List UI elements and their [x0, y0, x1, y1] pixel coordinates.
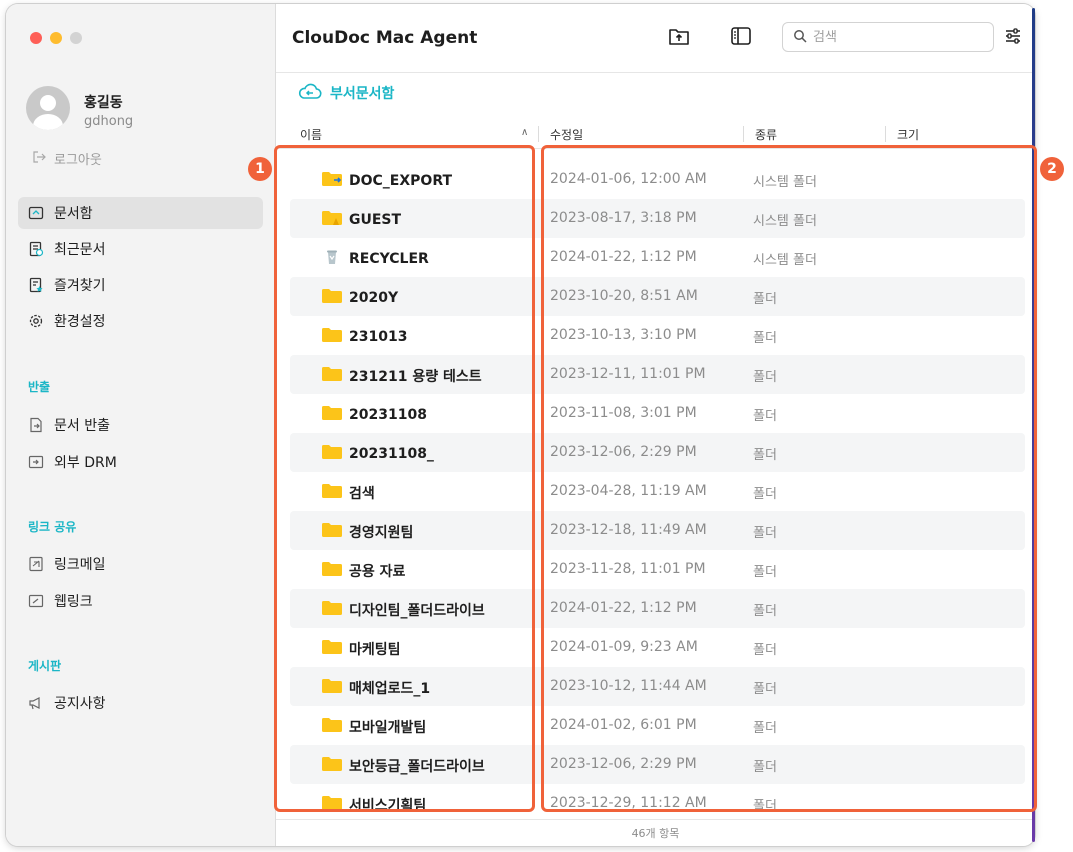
logout-label: 로그아웃 — [54, 153, 102, 168]
user-id: gdhong — [84, 114, 134, 129]
sidebar-item-label: 환경설정 — [54, 314, 106, 330]
sidebar-item-label: 즐겨찾기 — [54, 278, 106, 294]
avatar — [26, 86, 70, 130]
sidebar-item-label: 공지사항 — [54, 696, 106, 712]
search-input[interactable] — [813, 29, 973, 45]
highlight-box-name-column — [274, 145, 535, 812]
sidebar-item-label: 링크메일 — [54, 557, 106, 573]
section-title-export: 반출 — [28, 380, 51, 394]
export-doc-icon — [28, 417, 44, 433]
gear-icon — [28, 313, 44, 329]
sort-ascending-icon[interactable]: ∧ — [521, 127, 528, 138]
breadcrumb[interactable]: 부서문서함 — [298, 82, 394, 104]
sidebar-item-label: 웹링크 — [54, 594, 93, 610]
sidebar-item-doc-box[interactable]: 문서함 — [18, 197, 263, 229]
upload-folder-button[interactable] — [666, 26, 692, 50]
external-drm-icon — [28, 454, 44, 470]
column-size[interactable]: 크기 — [897, 126, 919, 143]
highlight-box-detail-columns — [541, 145, 1037, 812]
logout-button[interactable]: 로그아웃 — [32, 149, 102, 168]
filter-settings-button[interactable] — [1000, 26, 1026, 50]
sidebar-toggle-button[interactable] — [728, 26, 754, 50]
section-title-link-share: 링크 공유 — [28, 520, 77, 534]
upload-folder-icon — [668, 26, 690, 50]
close-window-button[interactable] — [30, 32, 42, 44]
column-modified[interactable]: 수정일 — [550, 126, 583, 143]
search-box[interactable] — [782, 22, 994, 52]
breadcrumb-label: 부서문서함 — [330, 86, 395, 102]
toolbar: ClouDoc Mac Agent — [276, 4, 1035, 73]
sidebar-item-label: 외부 DRM — [54, 455, 117, 471]
window-controls — [30, 32, 82, 44]
link-mail-icon — [28, 556, 44, 572]
sidebar: 홍길동 gdhong 로그아웃 문서함 최근문서 즐겨찾기 환경설정 반출 문서… — [6, 4, 276, 846]
status-bar: 46개 항목 — [276, 819, 1035, 846]
web-link-icon — [28, 593, 44, 609]
column-kind[interactable]: 종류 — [755, 126, 777, 143]
sidebar-toggle-icon — [730, 26, 752, 50]
doc-box-icon — [28, 205, 44, 221]
annotation-badge-1: 1 — [248, 157, 272, 181]
user-name: 홍길동 — [84, 95, 123, 111]
sidebar-item-notice[interactable]: 공지사항 — [18, 687, 263, 719]
logout-icon — [32, 150, 46, 168]
zoom-window-button[interactable] — [70, 32, 82, 44]
cloud-back-icon — [298, 82, 322, 104]
sidebar-item-label: 문서함 — [54, 206, 93, 222]
favorite-doc-icon — [28, 277, 44, 293]
sidebar-item-label: 문서 반출 — [54, 418, 110, 434]
search-icon — [793, 28, 807, 47]
section-title-board: 게시판 — [28, 659, 62, 673]
minimize-window-button[interactable] — [50, 32, 62, 44]
sidebar-item-doc-export[interactable]: 문서 반출 — [18, 409, 263, 441]
filter-settings-icon — [1003, 26, 1023, 50]
sidebar-item-link-mail[interactable]: 링크메일 — [18, 548, 263, 580]
column-name[interactable]: 이름 — [300, 126, 322, 143]
app-title: ClouDoc Mac Agent — [292, 28, 478, 48]
sidebar-item-favorites[interactable]: 즐겨찾기 — [18, 269, 263, 301]
sidebar-item-settings[interactable]: 환경설정 — [18, 305, 263, 337]
recent-doc-icon — [28, 241, 44, 257]
sidebar-item-external-drm[interactable]: 외부 DRM — [18, 446, 263, 478]
sidebar-item-recent[interactable]: 최근문서 — [18, 233, 263, 265]
annotation-badge-2: 2 — [1040, 157, 1064, 181]
item-count: 46개 항목 — [631, 827, 680, 840]
sidebar-item-web-link[interactable]: 웹링크 — [18, 585, 263, 617]
sidebar-item-label: 최근문서 — [54, 242, 106, 258]
megaphone-icon — [28, 695, 44, 711]
